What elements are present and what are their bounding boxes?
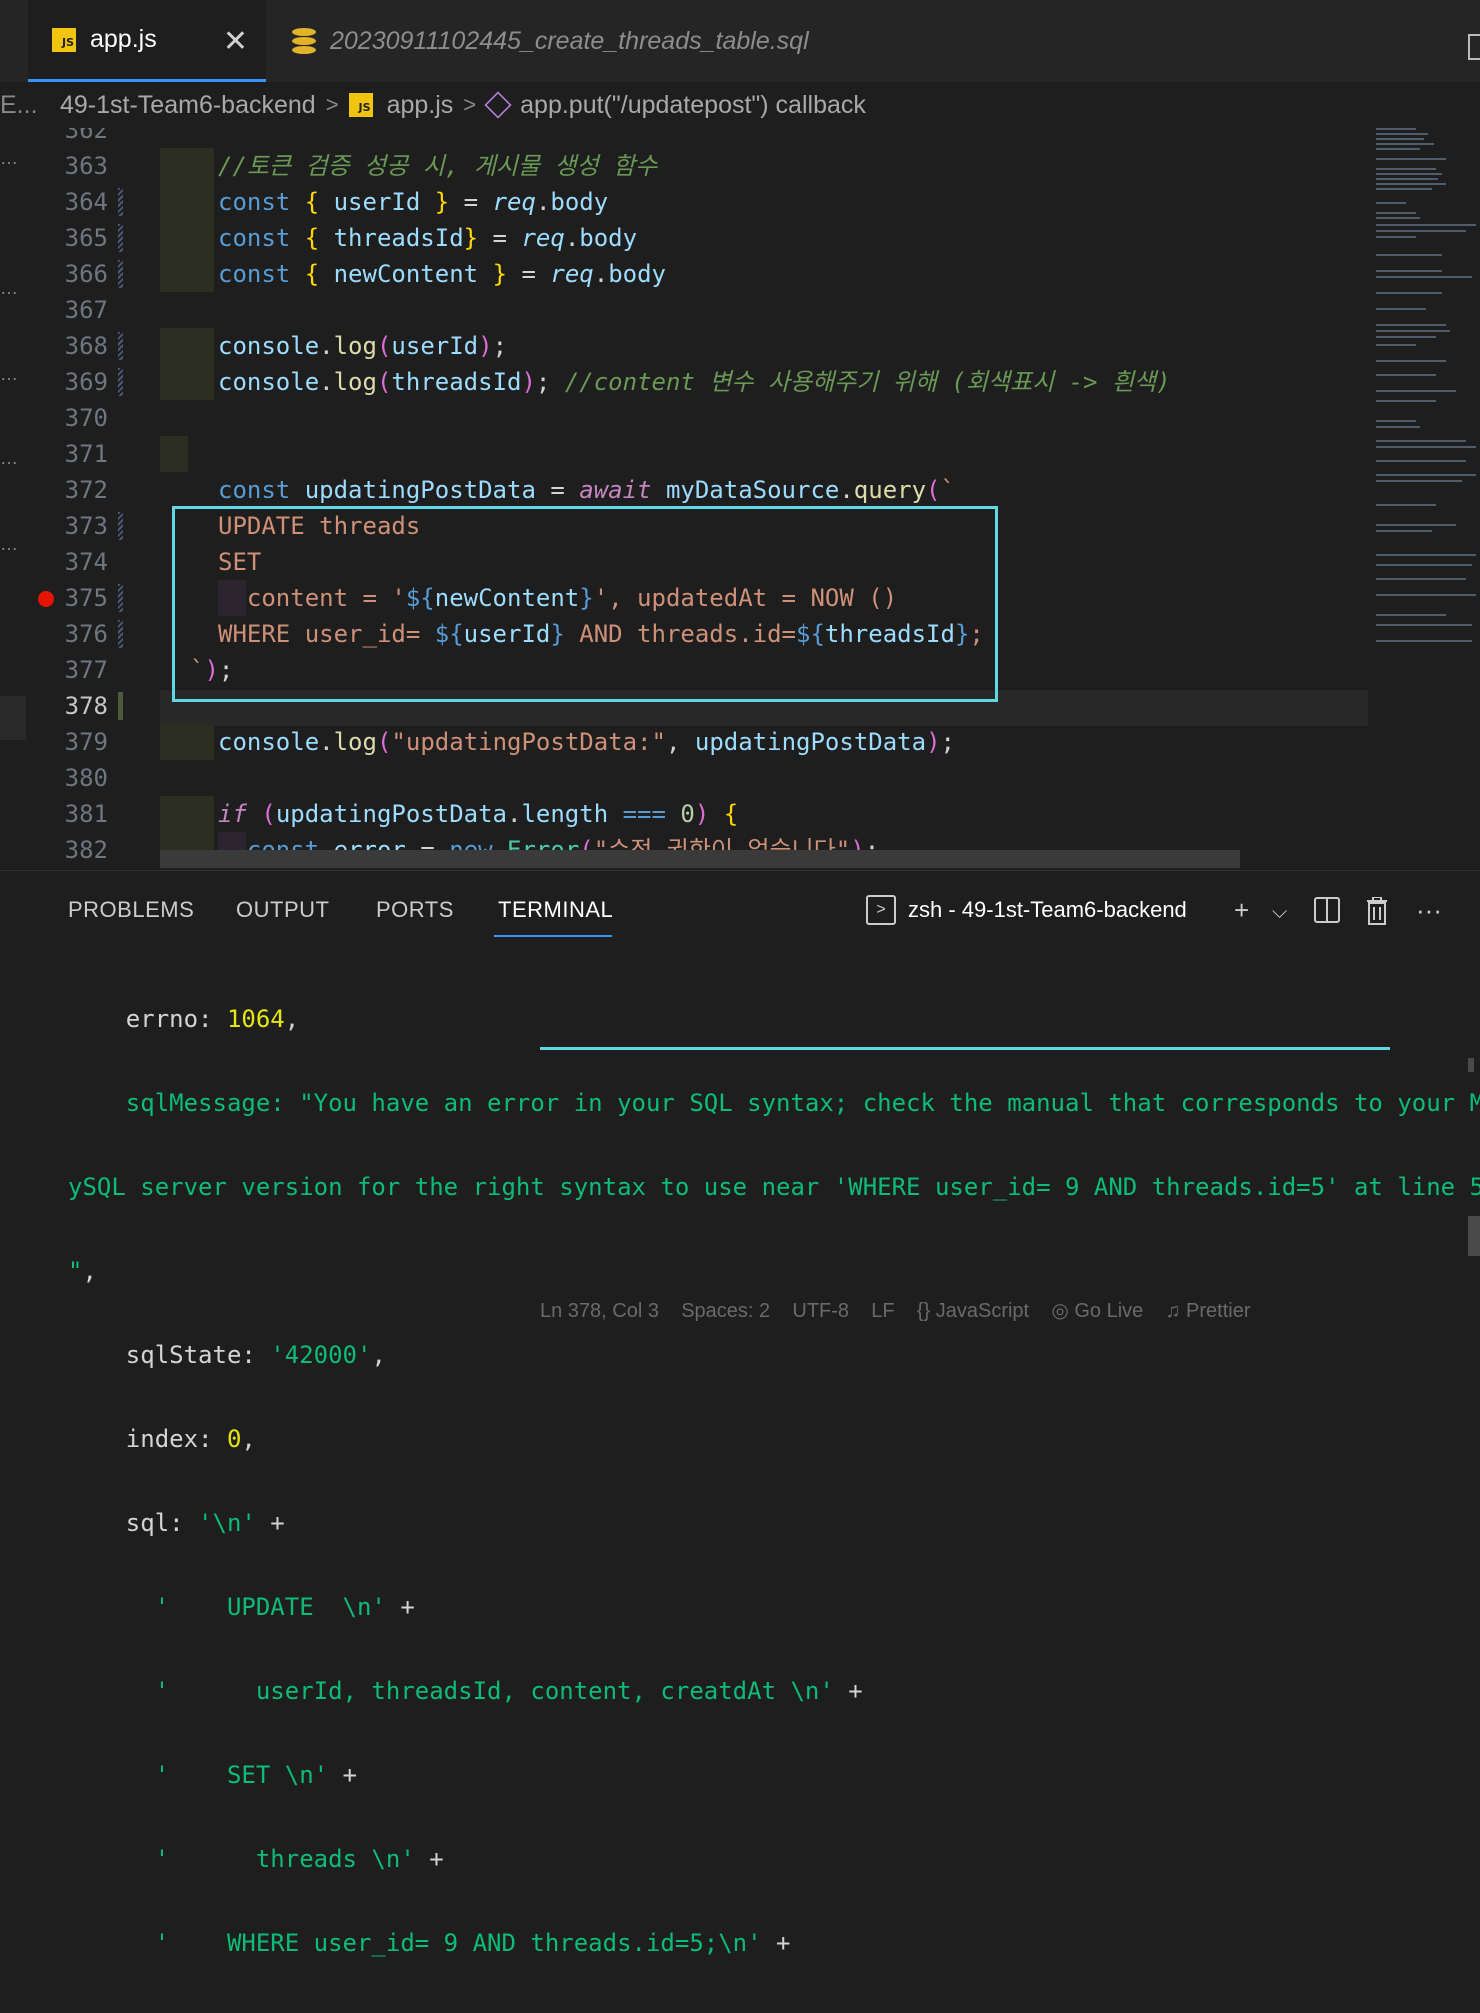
explorer-ellipsis: … xyxy=(0,278,18,298)
chevron-down-icon[interactable]: ⌵ xyxy=(1272,901,1287,924)
add-terminal-icon[interactable]: + xyxy=(1234,895,1249,926)
terminal-output[interactable]: errno: 1064, sqlMessage: "You have an er… xyxy=(68,949,1480,2013)
js-file-icon: JS xyxy=(348,93,373,117)
close-icon[interactable]: ✕ xyxy=(223,24,248,59)
tab-app-js[interactable]: JS app.js ✕ xyxy=(28,0,266,82)
terminal-line: ", xyxy=(68,1257,97,1285)
status-bar: Ln 378, Col 3 Spaces: 2 UTF-8 LF {} Java… xyxy=(540,1300,1251,1322)
chevron-right-icon: > xyxy=(463,92,477,117)
code-comment: //토큰 검증 성공 시, 게시물 생성 함수 xyxy=(218,152,658,180)
terminal-line: ' userId, threadsId, content, creatdAt \… xyxy=(68,1677,863,1705)
explorer-ellipsis: … xyxy=(0,448,18,468)
code-line: 381 if (updatingPostData.length === 0) { xyxy=(0,796,1368,832)
terminal-scroll-marker xyxy=(1468,1058,1474,1072)
explorer-ellipsis: … xyxy=(0,148,18,168)
code-comment: //content 변수 사용해주기 위해 (회색표시 -> 흰색) xyxy=(564,368,1171,396)
explorer-ellipsis: … xyxy=(0,364,18,384)
breadcrumb-folder[interactable]: 49-1st-Team6-backend xyxy=(60,91,316,120)
annotation-underline xyxy=(540,1047,1390,1050)
code-line: 379 console.log("updatingPostData:", upd… xyxy=(0,724,1368,760)
terminal-line: sqlMessage: "You have an error in your S… xyxy=(68,1089,1480,1117)
method-cube-icon xyxy=(484,91,512,119)
code-line: 369 console.log(threadsId); //content 변수… xyxy=(0,364,1368,400)
active-tab-indicator xyxy=(494,935,612,937)
tab-output[interactable]: OUTPUT xyxy=(236,897,329,923)
panel-tab-bar: PROBLEMS OUTPUT PORTS TERMINAL > zsh - 4… xyxy=(0,871,1480,943)
breadcrumb-symbol[interactable]: app.put("/updatepost") callback xyxy=(484,91,866,120)
terminal-line: index: 0, xyxy=(68,1425,256,1453)
terminal-selector[interactable]: > zsh - 49-1st-Team6-backend xyxy=(866,895,1187,925)
js-file-icon: JS xyxy=(52,27,76,52)
code-editor[interactable]: 362 363 //토큰 검증 성공 시, 게시물 생성 함수 364 cons… xyxy=(0,128,1368,870)
breadcrumb-clip: E... xyxy=(0,90,38,119)
code-line: 372 const updatingPostData = await myDat… xyxy=(64,476,955,504)
bottom-panel: PROBLEMS OUTPUT PORTS TERMINAL > zsh - 4… xyxy=(0,870,1480,1957)
editor-tab-bar: JS app.js ✕ 20230911102445_create_thread… xyxy=(0,0,1480,82)
tab-label: app.js xyxy=(90,25,157,53)
terminal-name: zsh - 49-1st-Team6-backend xyxy=(908,897,1187,922)
terminal-line: sqlState: '42000', xyxy=(68,1341,386,1369)
code-line: 365 const { threadsId} = req.body xyxy=(0,220,1368,256)
breadcrumb: E... 49-1st-Team6-backend > JS app.js > a… xyxy=(0,82,1480,128)
explorer-ellipsis: … xyxy=(0,534,18,554)
trash-icon[interactable] xyxy=(1366,896,1388,932)
code-line: 364 const { userId } = req.body xyxy=(0,184,1368,220)
line-number: 362 xyxy=(64,128,108,144)
minimap[interactable] xyxy=(1368,124,1480,684)
tab-label: 20230911102445_create_threads_table.sql xyxy=(330,26,809,55)
code-line: 366 const { newContent } = req.body xyxy=(0,256,1368,292)
split-icon[interactable] xyxy=(1314,897,1340,930)
terminal-line: ' UPDATE \n' + xyxy=(68,1593,415,1621)
chevron-right-icon: > xyxy=(325,92,339,117)
terminal-line: ySQL server version for the right syntax… xyxy=(68,1173,1480,1201)
more-actions-icon[interactable]: ··· xyxy=(1416,895,1442,926)
annotation-highlight-box xyxy=(172,506,998,702)
tab-terminal[interactable]: TERMINAL xyxy=(498,897,613,923)
breadcrumb-file[interactable]: JS app.js xyxy=(348,91,453,120)
terminal-line: errno: 1064, xyxy=(68,1005,300,1033)
code-line: 367 xyxy=(64,296,108,324)
code-line: 363 //토큰 검증 성공 시, 게시물 생성 함수 xyxy=(0,148,1368,184)
terminal-icon: > xyxy=(866,895,896,925)
terminal-scrollbar[interactable] xyxy=(1468,1216,1480,1256)
tab-sql-migration[interactable]: 20230911102445_create_threads_table.sql xyxy=(292,0,809,82)
tab-ports[interactable]: PORTS xyxy=(376,897,454,923)
database-icon xyxy=(292,28,316,54)
explorer-selected-row xyxy=(0,696,26,740)
terminal-line: ' WHERE user_id= 9 AND threads.id=5;\n' … xyxy=(68,1929,791,1957)
horizontal-scrollbar[interactable] xyxy=(160,850,1240,868)
tab-problems[interactable]: PROBLEMS xyxy=(68,897,194,923)
terminal-line: sql: '\n' + xyxy=(68,1509,285,1537)
split-editor-icon[interactable] xyxy=(1468,34,1480,60)
code-line: 368 console.log(userId); xyxy=(0,328,1368,364)
terminal-line: ' SET \n' + xyxy=(68,1761,357,1789)
terminal-line: ' threads \n' + xyxy=(68,1845,444,1873)
